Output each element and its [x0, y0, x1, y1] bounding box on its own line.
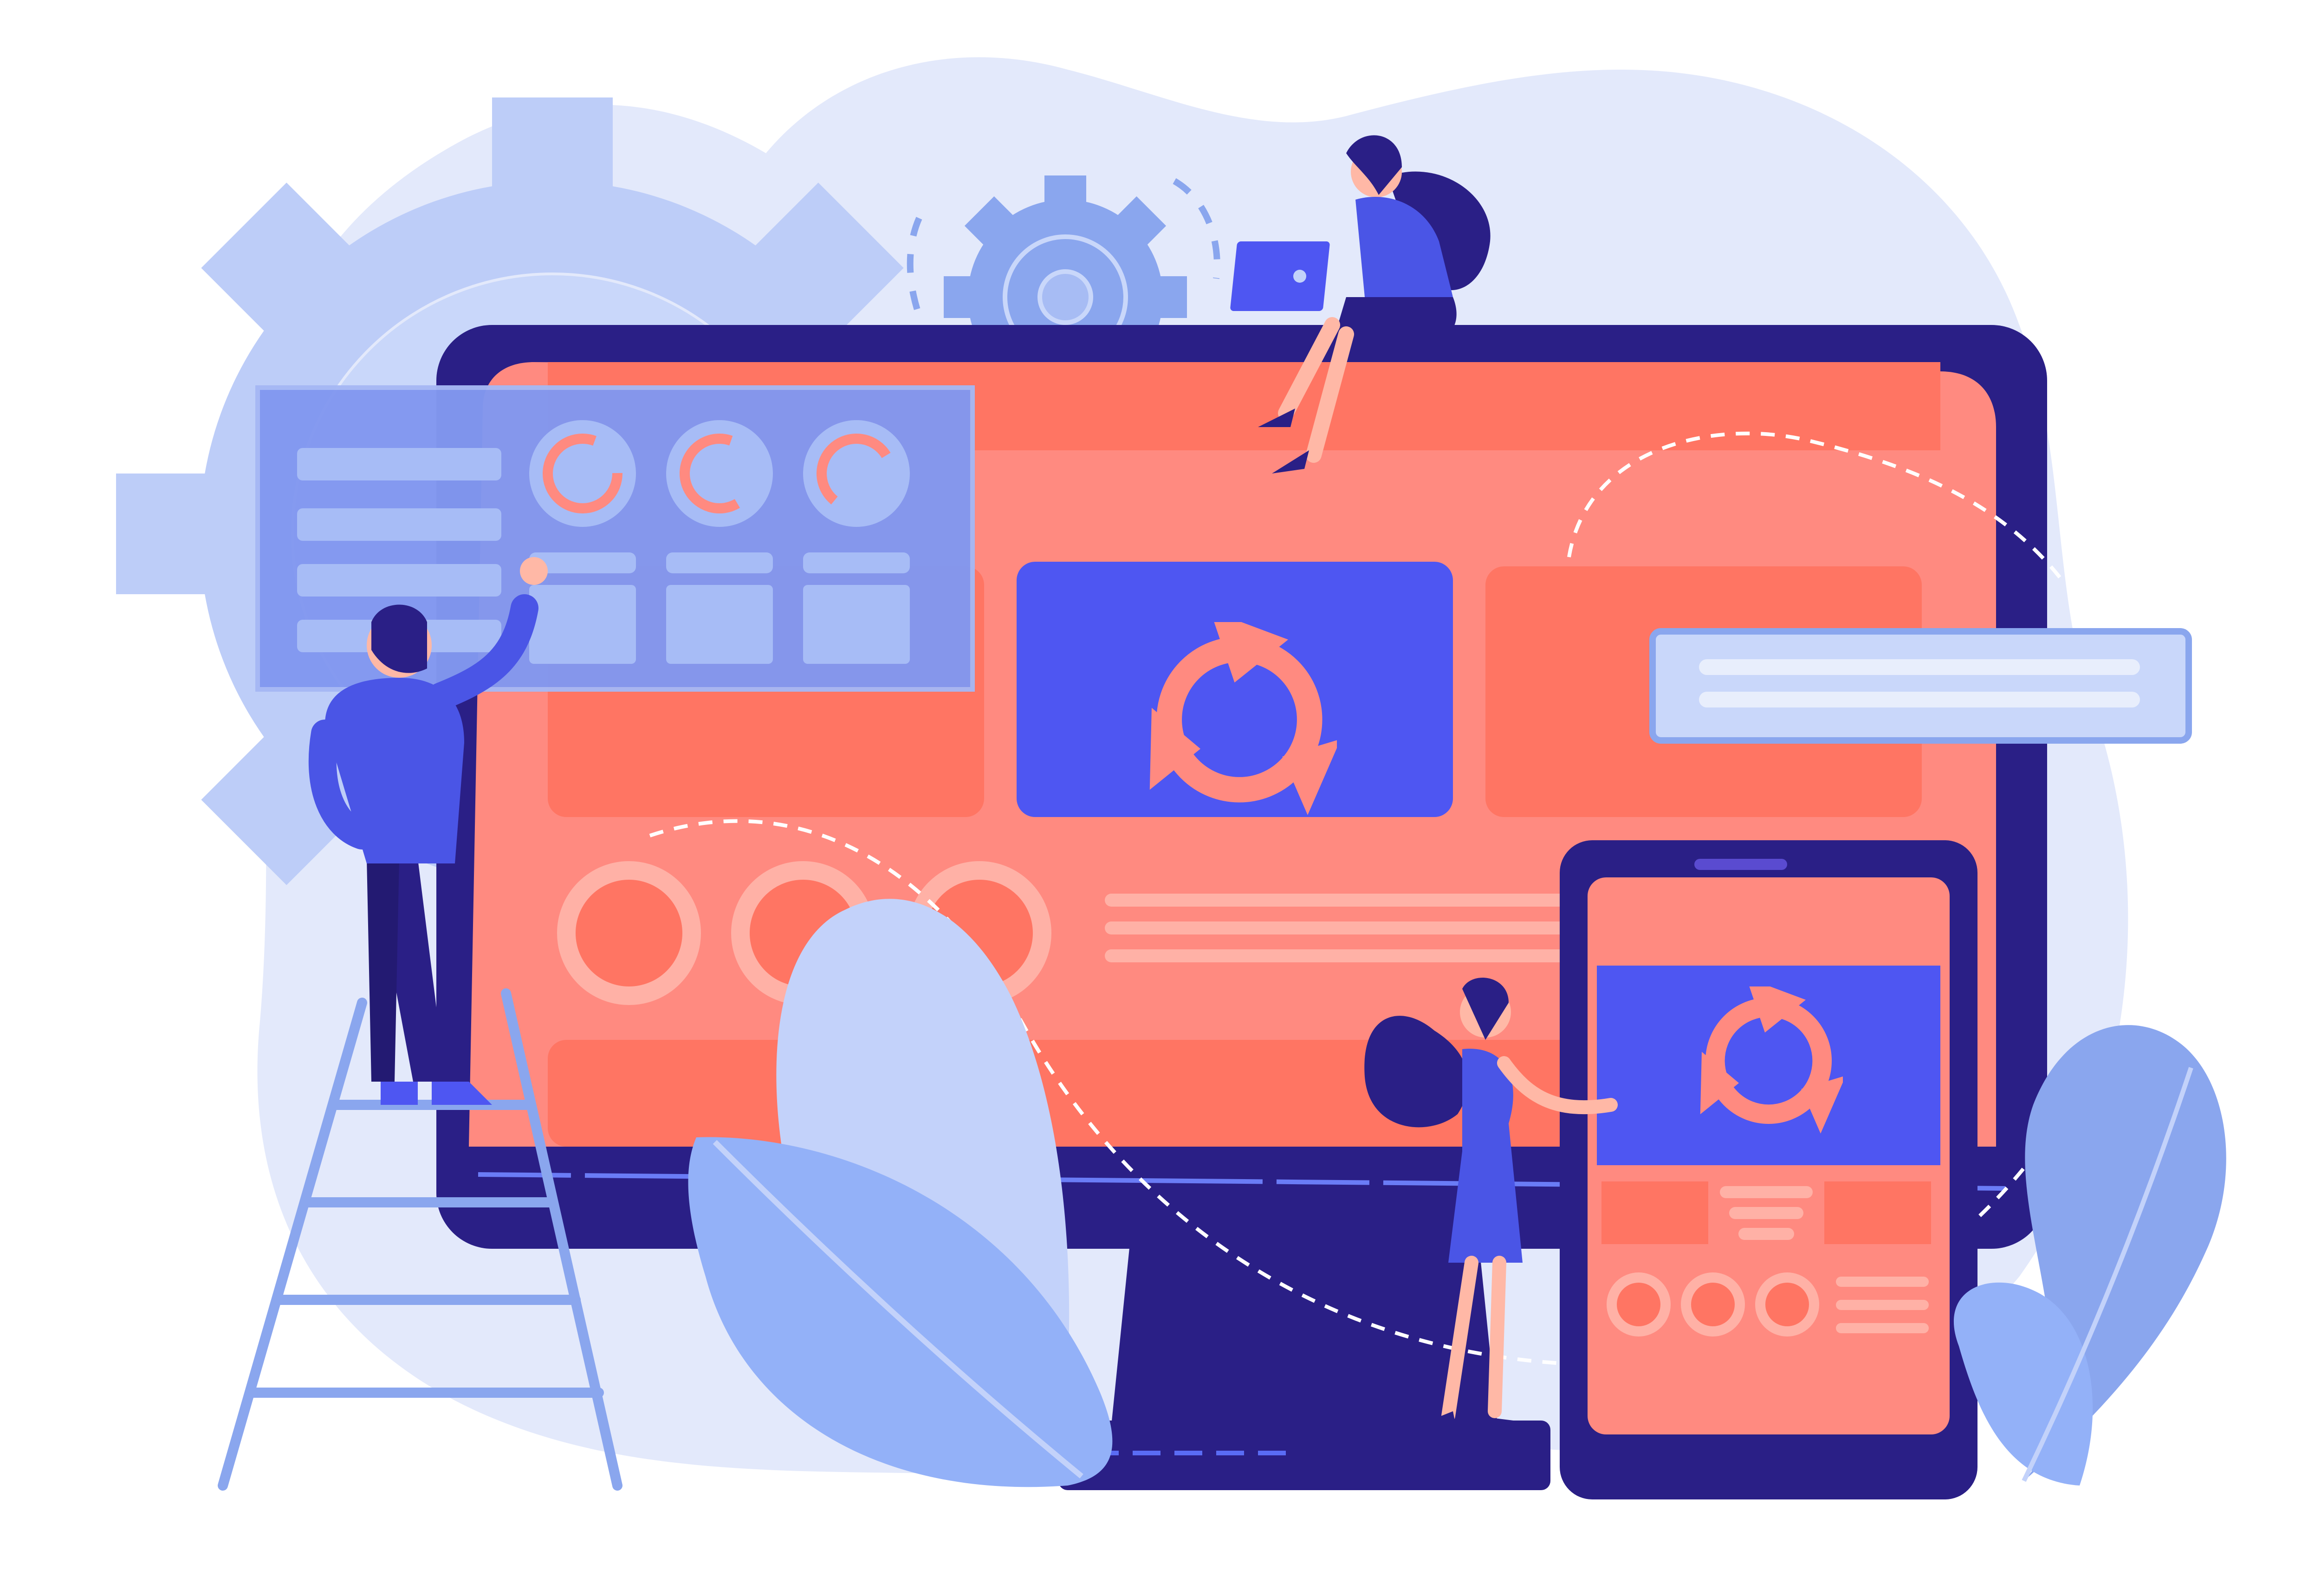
illustration-canvas — [0, 0, 2321, 1596]
smartphone — [1560, 840, 1977, 1499]
dashboard-panel — [255, 385, 975, 692]
floating-search-bar — [1649, 628, 2192, 744]
laptop-icon — [1230, 241, 1330, 311]
progress-ring-icon — [529, 420, 910, 527]
